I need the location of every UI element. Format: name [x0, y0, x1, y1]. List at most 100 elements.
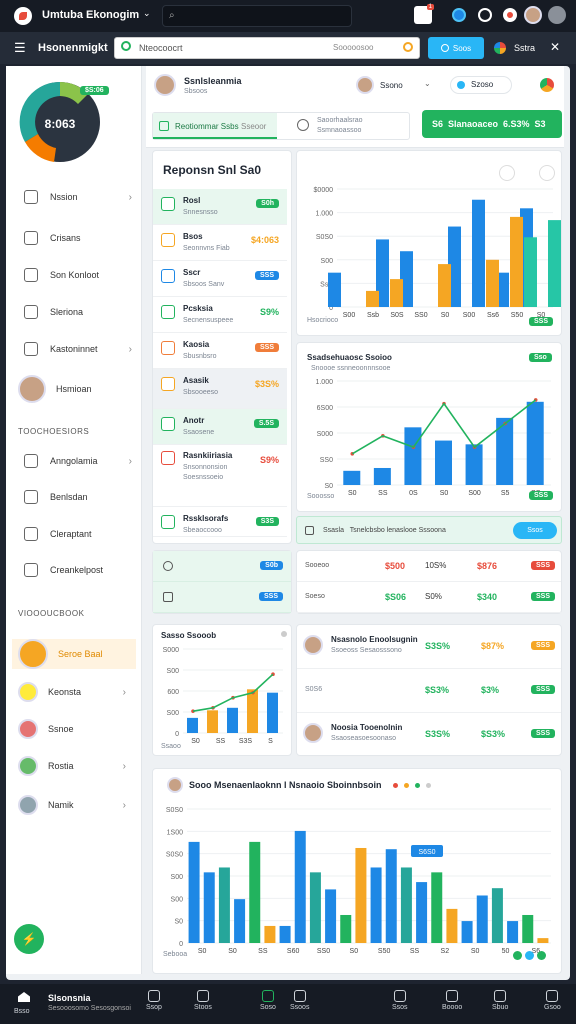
mini-row[interactable]: SSS	[153, 582, 291, 613]
bottom-nav-item-3[interactable]: Soso	[260, 990, 276, 1011]
strip-button[interactable]: Ssos	[513, 522, 557, 539]
stats-row[interactable]: Sooeoo $500 10S% $876 SSS	[297, 551, 561, 582]
sidebar-item-user[interactable]: Hsmioan	[18, 375, 130, 403]
stats-value: $S06	[385, 592, 407, 602]
summary-cta-button[interactable]: S6 Slanaoaceo 6.S3% S3	[422, 110, 562, 138]
user2-chevron-icon[interactable]: ⌄	[424, 79, 431, 88]
user-avatar[interactable]	[154, 74, 176, 96]
y-tick-label: S000	[163, 647, 179, 654]
chart-4-pager[interactable]	[513, 951, 546, 960]
sidebar-person-1[interactable]: Keonsta ›	[18, 681, 130, 703]
globe-icon[interactable]	[452, 8, 466, 22]
bottom-nav-item-5[interactable]: Ssos	[392, 990, 408, 1011]
report-list-item[interactable]: Sscr Sbsoos Sanv SSS	[153, 261, 287, 297]
bottom-nav-item-8[interactable]: Gsoo	[544, 990, 561, 1011]
nav-button-primary[interactable]: Soos	[428, 37, 484, 59]
menu-icon[interactable]: ☰	[14, 41, 26, 54]
person-badge: SSS	[530, 641, 555, 650]
people-stat-row[interactable]: Noosia Tooenolnin Ssaoseasoesoonaso S3S% $S…	[297, 713, 561, 757]
sidebar-item-4[interactable]: Kastoninnet ›	[24, 338, 136, 360]
report-list-item[interactable]: Rssklsorafs Sbeaoccooo S3S	[153, 507, 287, 537]
sidebar-tool-0[interactable]: Anngolamia ›	[24, 450, 136, 472]
people-stat-row[interactable]: S0S6 $S3% $3% SSS	[297, 669, 561, 713]
expand-icon[interactable]	[539, 165, 555, 181]
stats-row[interactable]: Soeso $S06 S0% $340 SSS	[297, 582, 561, 613]
bottom-nav-label: Ssop	[146, 1004, 162, 1011]
report-list-item[interactable]: Bsos Seonnvns Fiab $4:063	[153, 225, 287, 261]
tab-search-icon[interactable]	[297, 119, 309, 131]
bar	[234, 899, 246, 943]
bar	[446, 908, 458, 943]
item-name: Rosl	[183, 196, 201, 205]
bar	[438, 264, 451, 307]
sidebar-tool-2[interactable]: Cleraptant	[24, 523, 136, 545]
x-tick-label: S0	[441, 312, 450, 319]
close-icon[interactable]: ✕	[550, 40, 560, 54]
report-list-item[interactable]: Kaosia Sbusnbsro SSS	[153, 333, 287, 369]
sidebar-item-2[interactable]: Son Konloot	[24, 264, 136, 286]
sidebar-person-3[interactable]: Rostia ›	[18, 755, 130, 777]
item-icon	[161, 233, 175, 247]
bottom-nav-item-2[interactable]: Stoos	[194, 990, 212, 1011]
bottom-nav-item-4[interactable]: Ssoos	[290, 990, 309, 1011]
flower-icon[interactable]	[494, 42, 506, 54]
stats-amount: $876	[477, 561, 498, 571]
report-list-item[interactable]: Asasik Sbsooeeso $3S%	[153, 369, 287, 409]
sidebar-tool-3[interactable]: Creankelpost	[24, 559, 136, 581]
bottom-nav-item-7[interactable]: Sbuo	[492, 990, 508, 1011]
search-go-icon[interactable]	[403, 42, 413, 52]
bottom-nav-icon	[393, 990, 406, 1002]
bottom-nav-item-1[interactable]: Ssop	[146, 990, 162, 1011]
profile-icon[interactable]	[548, 6, 566, 24]
sidebar-person-4[interactable]: Namik ›	[18, 794, 130, 816]
nav-button-secondary[interactable]: Sstra	[514, 43, 535, 53]
bottom-nav-icon	[446, 990, 459, 1002]
people-stat-row[interactable]: Nsasnolo Enoolsugnin Ssoeoss Sesaosssono S…	[297, 625, 561, 669]
x-tick-label: S0	[191, 738, 200, 745]
sidebar-item-0[interactable]: Nssion ›	[24, 186, 136, 208]
nav-search-input[interactable]: Nteocoocrt Sooooosoo	[114, 37, 420, 59]
report-list-item[interactable]: Rasnkiiriasia Snsonnonsion Soesnssoeio S9%	[153, 445, 287, 507]
bar	[486, 259, 499, 307]
sidebar-person-0[interactable]: Seroe Baal	[12, 639, 136, 669]
person-value-2: $87%	[481, 641, 505, 651]
chart-card-1: $0000 1.000 S0S0 S00 SsS 0 S00 Ssb S0S SS0 S0 S00 Ss…	[296, 150, 562, 336]
person-avatar	[303, 723, 323, 743]
mini-row[interactable]: S0b	[153, 551, 291, 582]
report-list-item[interactable]: Rosl Snnesnsso S0h	[153, 189, 287, 225]
search-input[interactable]: ⌕	[162, 5, 352, 27]
report-list-item[interactable]: Anotr Ssaosene S.5S	[153, 409, 287, 445]
sidebar-tool-1[interactable]: Benlsdan	[24, 486, 136, 508]
chart-4-legend	[393, 783, 431, 788]
sidebar-item-label: Anngolamia	[50, 456, 98, 466]
link-icon	[440, 44, 449, 52]
stats-badge: SSS	[530, 592, 555, 601]
status-chip[interactable]: Szoso	[450, 76, 512, 94]
tab-third-line1[interactable]: Saoorhaalsrao	[317, 117, 363, 124]
y-tick-label: 1.000	[315, 379, 333, 386]
person-badge: SSS	[530, 685, 555, 694]
header-settings-icon[interactable]	[540, 78, 554, 92]
refresh-icon[interactable]	[499, 165, 515, 181]
tab-third-line2: Ssmnaoassoo	[317, 127, 362, 134]
apps-icon[interactable]	[503, 8, 517, 22]
sidebar-item-3[interactable]: Sleriona	[24, 301, 136, 323]
chevron-down-icon[interactable]: ⌄	[143, 8, 151, 19]
chevron-right-icon: ›	[128, 455, 132, 467]
notification-icon[interactable]: 1	[414, 4, 434, 24]
sidebar-item-1[interactable]: Crisans	[24, 227, 136, 249]
report-list-item[interactable]: Pcsksia Secnensuspeee S9%	[153, 297, 287, 333]
sidebar-person-2[interactable]: Ssnoe	[18, 718, 130, 740]
home-icon[interactable]	[18, 992, 30, 1002]
y-tick-label: S000	[317, 431, 333, 438]
add-fab-button[interactable]: ⚡	[14, 924, 44, 954]
user2-avatar[interactable]	[356, 76, 374, 94]
tab-icon	[159, 121, 169, 131]
settings-icon[interactable]	[478, 8, 492, 22]
user-name: Ssnlsleanmia	[184, 76, 242, 86]
tab-secondary[interactable]: Sseoor	[241, 122, 266, 131]
bottom-nav-item-6[interactable]: Boooo	[442, 990, 462, 1011]
bar	[203, 872, 215, 943]
avatar[interactable]	[524, 6, 542, 24]
donut-value: 8:063	[45, 117, 76, 131]
